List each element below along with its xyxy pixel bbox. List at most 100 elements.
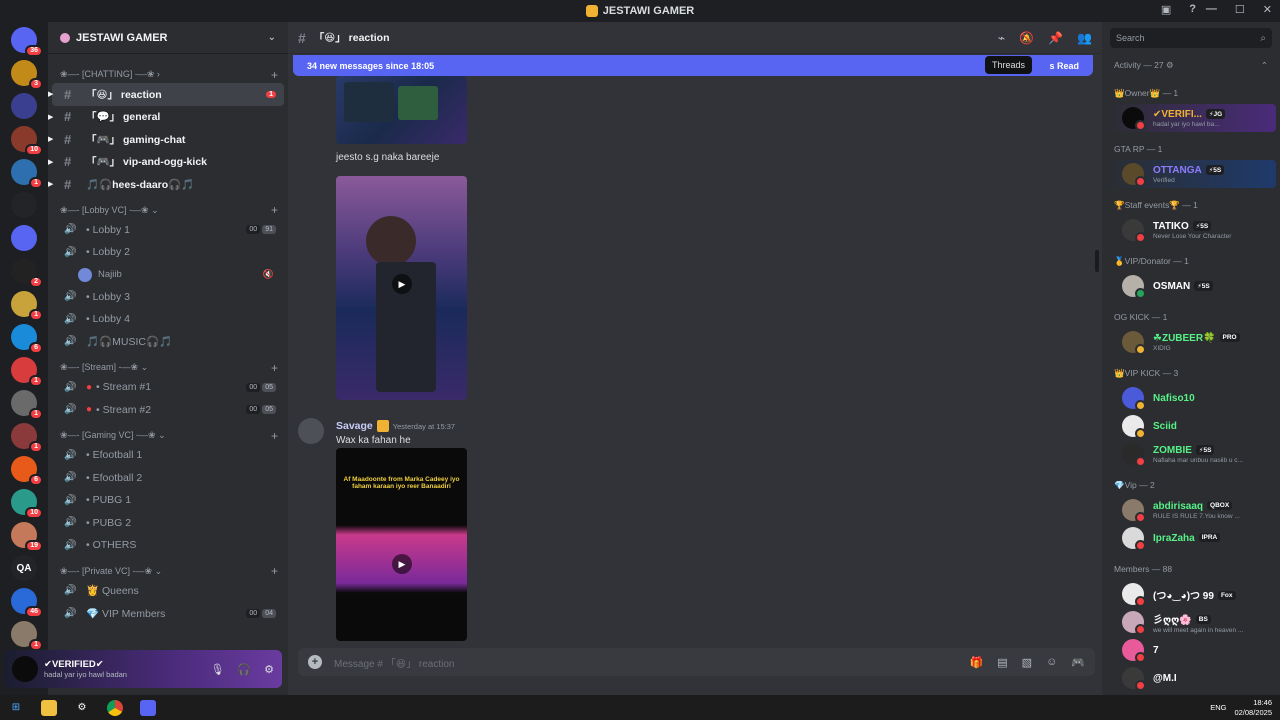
notifications-icon[interactable]: 🔕 <box>1019 31 1034 45</box>
avatar[interactable] <box>12 656 38 682</box>
member-item[interactable]: ZOMBIE ⚡5S Naflaha mar unbuu nasiib u c... <box>1106 440 1276 468</box>
member-item[interactable]: Nafiso10 <box>1106 384 1276 412</box>
add-channel-icon[interactable]: + <box>271 203 278 217</box>
avatar[interactable] <box>298 418 324 444</box>
voice-channel[interactable]: 🔊 • Lobby 1 00 91 <box>52 219 284 242</box>
server-icon[interactable]: 1 <box>11 357 43 387</box>
text-channel[interactable]: ▶ # 「😆」 reaction 1 <box>48 83 284 106</box>
settings-gear-icon[interactable]: ⚙ <box>264 663 274 676</box>
voice-channel[interactable]: 🔊 • Lobby 3 <box>52 286 284 309</box>
file-explorer-icon[interactable] <box>41 699 57 716</box>
member-item[interactable]: IpraZaha IPRA <box>1106 524 1276 552</box>
message-composer[interactable]: + Message # 「😆」 reaction 🎁 ▤ ▧ ☺ 🎮 <box>298 648 1095 676</box>
server-icon[interactable]: 2 <box>11 258 43 288</box>
voice-channel[interactable]: 🔊 ● • Stream #1 00 05 <box>52 376 284 399</box>
new-messages-bar[interactable]: 34 new messages since 18:05 s Read <box>293 55 1093 76</box>
sticker-icon[interactable]: ▧ <box>1022 656 1032 669</box>
server-icon[interactable]: 1 <box>11 291 43 321</box>
search-input[interactable]: Search ⌕ <box>1110 28 1272 48</box>
channel-category[interactable]: ❀—- [Private VC] -—❀ ⌄ + <box>48 563 288 580</box>
play-icon[interactable]: ▶ <box>392 274 412 294</box>
server-icon[interactable]: 36 <box>11 27 43 57</box>
member-item[interactable]: Sciid <box>1106 412 1276 440</box>
channel-category[interactable]: ❀—- [Stream] -—❀ ⌄ + <box>48 359 288 376</box>
play-icon[interactable]: ▶ <box>392 554 412 574</box>
gif-icon[interactable]: ▤ <box>997 656 1007 669</box>
server-icon[interactable]: 3 <box>11 60 43 90</box>
server-icon[interactable]: 6 <box>11 324 43 354</box>
server-icon[interactable]: 46 <box>11 588 43 618</box>
member-item[interactable]: 彡ღღ🌸 BS we will meet again in heaven ... <box>1106 608 1276 636</box>
member-item[interactable]: abdirisaaq QBOX RULE IS RULE 7.You know ..… <box>1106 496 1276 524</box>
server-icon[interactable]: 10 <box>11 126 43 156</box>
voice-channel[interactable]: 🔊 🎵🎧MUSIC🎧🎵 <box>52 331 284 354</box>
microphone-icon[interactable]: 🎙 <box>210 663 224 676</box>
channel-category[interactable]: ❀—- [Lobby VC] -—❀ ⌄ + <box>48 202 288 219</box>
text-channel[interactable]: ▶ # 「🎮」 gaming-chat <box>48 128 284 151</box>
server-icon[interactable]: 1 <box>11 621 43 651</box>
add-channel-icon[interactable]: + <box>271 429 278 443</box>
text-channel[interactable]: ▶ # 「💬」 general <box>48 106 284 129</box>
text-channel[interactable]: ▶ # 🎵🎧hees-daaro🎧🎵 <box>48 173 284 196</box>
chat-screenshot-image[interactable] <box>336 76 467 144</box>
add-channel-icon[interactable]: + <box>271 68 278 82</box>
message-input[interactable]: Message # 「😆」 reaction <box>334 655 454 670</box>
add-attachment-button[interactable]: + <box>308 655 322 669</box>
guild-header[interactable]: JESTAWI GAMER ⌄ <box>48 22 288 54</box>
text-channel[interactable]: ▶ # 「🎮」 vip-and-ogg-kick <box>48 151 284 174</box>
windows-start-icon[interactable]: ⊞ <box>8 700 24 716</box>
member-item[interactable]: 7 <box>1106 636 1276 664</box>
voice-channel[interactable]: 🔊 • Efootball 2 <box>52 467 284 490</box>
headphones-icon[interactable]: 🎧 <box>237 663 251 676</box>
voice-user[interactable]: Najiib 🔇 <box>48 264 288 286</box>
server-icon[interactable]: 6 <box>11 456 43 486</box>
voice-channel[interactable]: 🔊 👸 Queens <box>52 580 284 603</box>
member-item[interactable]: OTTANGA ⚡5S Verified <box>1106 160 1276 188</box>
help-icon[interactable]: ? <box>1189 3 1196 16</box>
author-name[interactable]: Savage <box>336 420 373 432</box>
voice-channel[interactable]: 🔊 • PUBG 2 <box>52 512 284 535</box>
server-icon[interactable]: 1 <box>11 390 43 420</box>
voice-channel[interactable]: 🔊 • PUBG 1 <box>52 489 284 512</box>
emoji-icon[interactable]: ☺ <box>1046 656 1057 669</box>
server-icon[interactable] <box>11 93 37 119</box>
member-item[interactable]: ☘ZUBEER🍀 PRO XIDIG <box>1106 328 1276 356</box>
pin-icon[interactable]: 📌 <box>1048 31 1063 45</box>
discord-taskbar-icon[interactable] <box>140 699 156 716</box>
clock[interactable]: 18:46 02/08/2025 <box>1234 698 1272 718</box>
voice-channel[interactable]: 🔊 • Lobby 4 <box>52 308 284 331</box>
add-channel-icon[interactable]: + <box>271 361 278 375</box>
close-button[interactable]: ✕ <box>1263 3 1272 16</box>
chrome-icon[interactable] <box>107 699 123 716</box>
voice-channel[interactable]: 🔊 ● • Stream #2 00 05 <box>52 399 284 422</box>
gift-icon[interactable]: 🎁 <box>970 656 984 669</box>
maximize-button[interactable]: ☐ <box>1235 3 1245 16</box>
member-item[interactable]: (つ◕‿◕)つ 99 Fox <box>1106 580 1276 608</box>
member-item[interactable]: @M.I <box>1106 664 1276 692</box>
voice-channel[interactable]: 🔊 • Efootball 1 <box>52 444 284 467</box>
server-icon[interactable]: 19 <box>11 522 43 552</box>
server-icon[interactable]: 1 <box>11 159 43 189</box>
settings-app-icon[interactable]: ⚙ <box>74 700 90 716</box>
server-icon[interactable]: QA <box>11 555 37 581</box>
activity-header[interactable]: Activity — 27 ⚙ ⌃ <box>1102 54 1280 76</box>
server-icon[interactable] <box>11 225 37 251</box>
video-thumbnail[interactable]: Af Maadoonte from Marka Cadeey iyo faham… <box>336 448 467 641</box>
minimize-button[interactable]: — <box>1206 3 1217 16</box>
server-icon[interactable] <box>11 192 37 218</box>
member-list-icon[interactable]: 👥 <box>1077 31 1092 45</box>
server-icon[interactable]: 10 <box>11 489 43 519</box>
mark-read-button[interactable]: s Read <box>1049 61 1079 71</box>
voice-channel[interactable]: 🔊 • OTHERS <box>52 534 284 557</box>
server-icon[interactable]: 1 <box>11 423 43 453</box>
member-item[interactable]: OSMAN ⚡5S <box>1106 272 1276 300</box>
member-item[interactable]: ✔VERIFI... ⚡JG hadal yar iyo hawl ba... <box>1106 104 1276 132</box>
channel-category[interactable]: ❀—- [Gaming VC] -—❀ ⌄ + <box>48 427 288 444</box>
channel-category[interactable]: ❀—- [CHATTING] -—❀ › + <box>48 66 288 83</box>
language-indicator[interactable]: ENG <box>1210 703 1226 712</box>
add-channel-icon[interactable]: + <box>271 564 278 578</box>
threads-icon[interactable]: ⌁ <box>998 31 1005 45</box>
member-item[interactable]: TATIKO ⚡5S Never Lose Your Character <box>1106 216 1276 244</box>
voice-channel[interactable]: 🔊 💎 VIP Members 00 04 <box>52 602 284 625</box>
inbox-icon[interactable]: ▣ <box>1161 3 1171 16</box>
